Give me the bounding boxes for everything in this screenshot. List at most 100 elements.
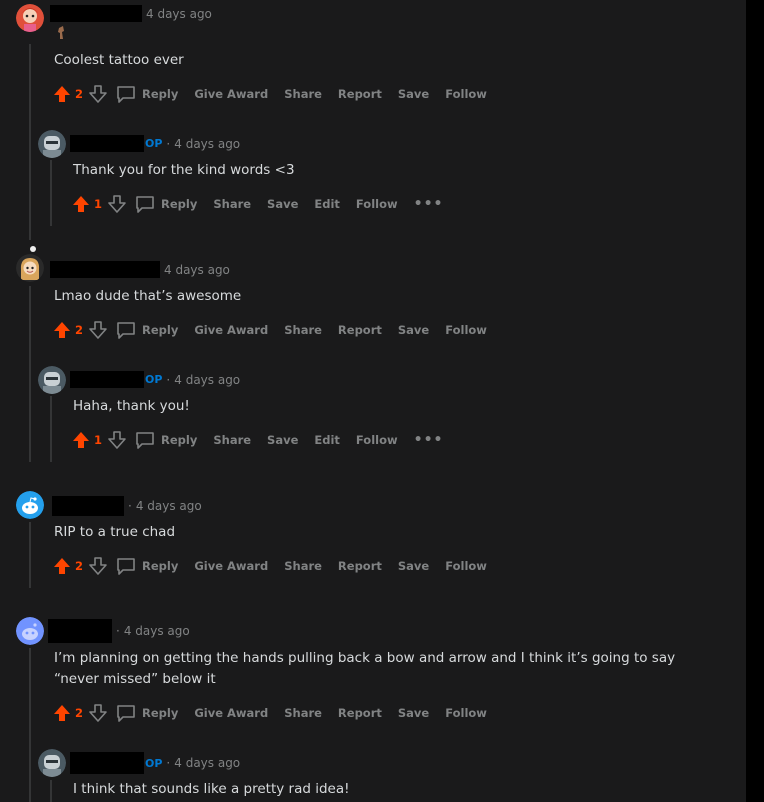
save-button[interactable]: Save — [267, 433, 298, 447]
username-redacted[interactable] — [50, 5, 142, 22]
avatar[interactable] — [16, 617, 44, 645]
more-options-icon[interactable]: ••• — [414, 432, 444, 448]
upvote-button[interactable] — [71, 194, 91, 214]
downvote-button[interactable] — [88, 703, 108, 723]
save-button[interactable]: Save — [398, 323, 429, 337]
vote-count: 2 — [75, 706, 84, 720]
comment-bubble-icon[interactable] — [116, 321, 136, 339]
username-redacted[interactable] — [48, 619, 112, 643]
edit-button[interactable]: Edit — [314, 433, 340, 447]
thread-line[interactable] — [29, 522, 31, 588]
thread-line[interactable] — [50, 396, 52, 462]
save-button[interactable]: Save — [398, 706, 429, 720]
comment-body: Lmao dude that’s awesome — [54, 288, 242, 304]
save-button[interactable]: Save — [398, 559, 429, 573]
reply-button[interactable]: Reply — [161, 433, 197, 447]
username-redacted[interactable] — [52, 496, 124, 516]
thread-line[interactable] — [29, 648, 31, 802]
downvote-button[interactable] — [88, 320, 108, 340]
comment-body: I think that sounds like a pretty rad id… — [73, 781, 350, 797]
avatar[interactable] — [16, 4, 44, 32]
give-award-button[interactable]: Give Award — [194, 559, 268, 573]
share-button[interactable]: Share — [284, 706, 322, 720]
downvote-button[interactable] — [88, 556, 108, 576]
op-avatar-icon — [38, 130, 66, 158]
comment-meta: OP · 4 days ago — [70, 135, 240, 152]
upvote-arrow-icon — [73, 432, 89, 448]
reply-button[interactable]: Reply — [142, 323, 178, 337]
username-redacted[interactable] — [70, 371, 144, 388]
upvote-arrow-icon — [54, 705, 70, 721]
comment-bubble-icon[interactable] — [116, 557, 136, 575]
follow-button[interactable]: Follow — [445, 706, 487, 720]
vote-count: 2 — [75, 559, 84, 573]
give-award-button[interactable]: Give Award — [194, 87, 268, 101]
upvote-button[interactable] — [52, 84, 72, 104]
thread-line[interactable] — [50, 780, 52, 802]
username-redacted[interactable] — [50, 261, 160, 278]
avatar[interactable] — [16, 491, 44, 519]
follow-button[interactable]: Follow — [445, 559, 487, 573]
share-button[interactable]: Share — [284, 559, 322, 573]
avatar[interactable] — [16, 254, 44, 282]
separator-dot: · — [116, 624, 120, 638]
comment-actions: 2 Reply Give Award Share Report Save Fol… — [52, 554, 503, 578]
comment-meta: · 4 days ago — [48, 619, 190, 643]
upvote-button[interactable] — [52, 556, 72, 576]
upvote-button[interactable] — [52, 703, 72, 723]
comment-meta: 4 days ago — [50, 261, 230, 278]
share-button[interactable]: Share — [284, 323, 322, 337]
more-options-icon[interactable]: ••• — [414, 196, 444, 212]
reply-button[interactable]: Reply — [142, 706, 178, 720]
op-badge: OP — [145, 373, 163, 386]
upvote-button[interactable] — [52, 320, 72, 340]
timestamp: 4 days ago — [164, 262, 230, 277]
comment-bubble-icon[interactable] — [135, 195, 155, 213]
downvote-arrow-icon — [89, 321, 107, 339]
reply-button[interactable]: Reply — [142, 87, 178, 101]
share-button[interactable]: Share — [284, 87, 322, 101]
thread-line[interactable] — [50, 160, 52, 226]
upvote-button[interactable] — [71, 430, 91, 450]
comment-body: Haha, thank you! — [73, 398, 190, 414]
reply-button[interactable]: Reply — [142, 559, 178, 573]
comment-body-line: “never missed” below it — [54, 671, 216, 687]
follow-button[interactable]: Follow — [445, 323, 487, 337]
follow-button[interactable]: Follow — [356, 197, 398, 211]
username-redacted[interactable] — [70, 135, 144, 152]
follow-button[interactable]: Follow — [356, 433, 398, 447]
user-avatar-icon — [16, 4, 44, 32]
report-button[interactable]: Report — [338, 706, 382, 720]
comment-bubble-icon[interactable] — [135, 431, 155, 449]
thread-line[interactable] — [29, 286, 31, 462]
comment-body-line: I’m planning on getting the hands pullin… — [54, 650, 676, 666]
report-button[interactable]: Report — [338, 323, 382, 337]
comment-bubble-icon[interactable] — [116, 85, 136, 103]
downvote-button[interactable] — [107, 430, 127, 450]
downvote-button[interactable] — [88, 84, 108, 104]
downvote-button[interactable] — [107, 194, 127, 214]
comment-bubble-icon[interactable] — [116, 704, 136, 722]
give-award-button[interactable]: Give Award — [194, 323, 268, 337]
edit-button[interactable]: Edit — [314, 197, 340, 211]
save-button[interactable]: Save — [398, 87, 429, 101]
username-redacted[interactable] — [70, 752, 144, 774]
report-button[interactable]: Report — [338, 559, 382, 573]
share-button[interactable]: Share — [213, 197, 251, 211]
give-award-button[interactable]: Give Award — [194, 706, 268, 720]
thread-line[interactable] — [29, 44, 31, 240]
op-badge: OP — [145, 137, 163, 150]
report-button[interactable]: Report — [338, 87, 382, 101]
avatar[interactable] — [38, 130, 66, 158]
timestamp: 4 days ago — [174, 372, 241, 387]
timestamp: 4 days ago — [123, 624, 190, 638]
save-button[interactable]: Save — [267, 197, 298, 211]
avatar[interactable] — [38, 366, 66, 394]
share-button[interactable]: Share — [213, 433, 251, 447]
reply-button[interactable]: Reply — [161, 197, 197, 211]
avatar[interactable] — [38, 749, 66, 777]
downvote-arrow-icon — [89, 557, 107, 575]
vote-count: 1 — [94, 197, 103, 211]
follow-button[interactable]: Follow — [445, 87, 487, 101]
comment-body: RIP to a true chad — [54, 524, 176, 540]
